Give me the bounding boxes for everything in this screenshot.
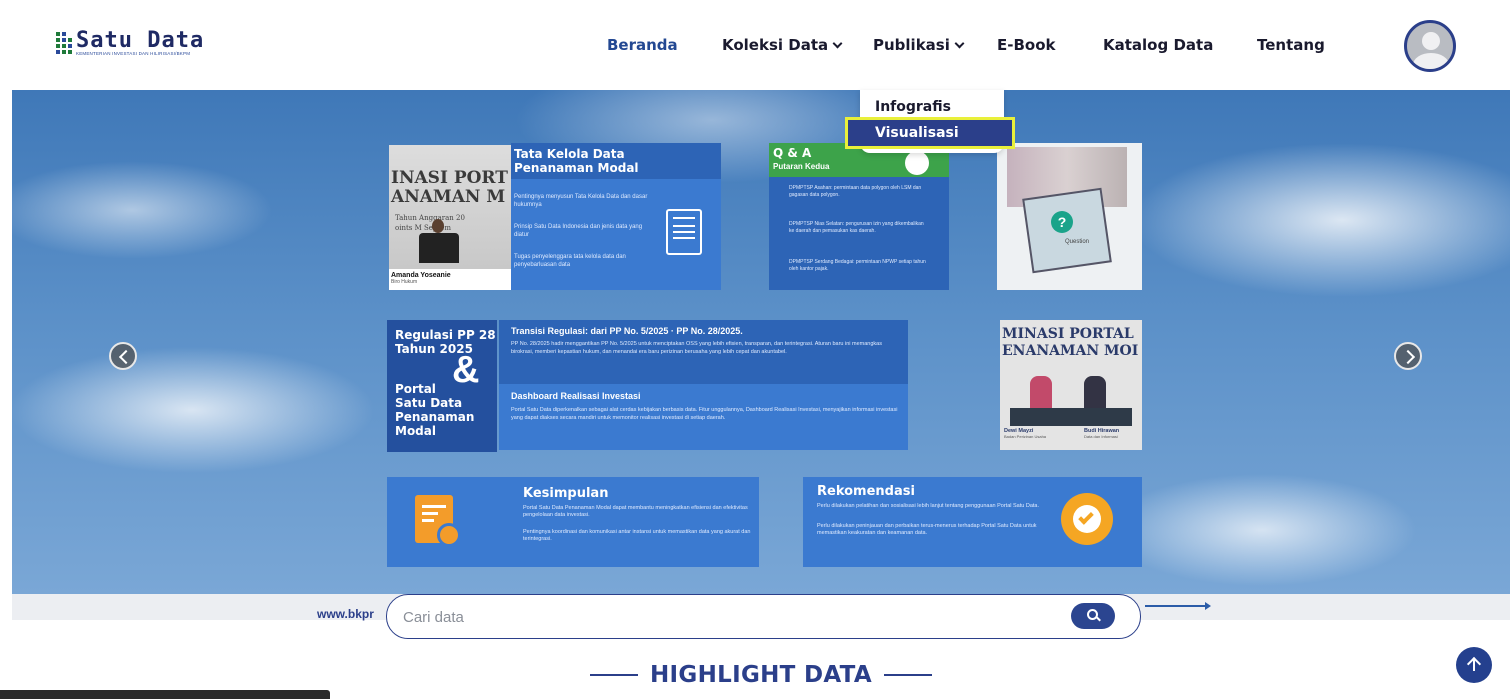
tata-kelola-point-2: Prinsip Satu Data Indonesia dan jenis da… [514,224,643,238]
transisi-text: PP No. 28/2025 hadir menggantikan PP No.… [511,341,882,355]
chevron-down-icon [832,38,843,49]
tata-kelola-point-1: Pentingnya menyusun Tata Kelola Data dan… [514,194,648,208]
logo-title: Satu Data [76,27,205,53]
regulasi-ampersand: & [452,349,480,391]
slide-photo-speaker: INASI PORT ANAMAN M Tahun Anggaran 20 oi… [389,145,511,290]
highlight-title: HIGHLIGHT DATA [650,662,872,688]
photo3-banner-line1: MINASI PORTAL [1002,326,1134,342]
chevron-down-icon [954,38,965,49]
dropdown-item-infografis[interactable]: Infografis [875,99,951,115]
nav-katalog-data[interactable]: Katalog Data [1103,36,1213,54]
nav-koleksi-data[interactable]: Koleksi Data [722,36,843,54]
qa-title: Q & A [773,146,812,160]
regulasi-line6: Modal [395,424,436,438]
slide-panel-regulasi: Regulasi PP 28 Tahun 2025 & Portal Satu … [387,320,497,452]
photo1-caption-role: Biro Hukum [391,279,418,285]
site-logo[interactable]: Satu Data KEMENTERIAN INVESTASI DAN HILI… [52,27,205,56]
highlight-heading: HIGHLIGHT DATA [590,662,932,688]
dashboard-text: Portal Satu Data diperkenalkan sebagai a… [511,407,898,421]
photo3-banner-line2: ENANAMAN MOI [1002,343,1139,359]
nav-publikasi-label: Publikasi [873,36,950,54]
slide-panel-transisi: Transisi Regulasi: dari PP No. 5/2025 · … [499,320,908,450]
transisi-title: Transisi Regulasi: dari PP No. 5/2025 · … [511,326,743,336]
photo1-banner-line1: INASI PORT [391,168,508,188]
qa-point-2: DPMPTSP Nias Selatan: pengurusan izin ya… [789,221,924,234]
browser-status-bar [0,690,330,699]
rekomendasi-text-2: Perlu dilakukan peninjauan dan perbaikan… [817,523,1037,536]
qa-point-3: DPMPTSP Serdang Bedagai: permintaan NPWP… [789,259,926,272]
photo1-banner-line2: ANAMAN M [391,187,506,207]
photo3-left-role: Badan Perizinan Usaha [1004,434,1047,439]
strip-url: www.bkpr [317,607,374,621]
tata-kelola-title: Tata Kelola Data Penanaman Modal [514,147,639,175]
slide-panel-qa: Q & A Putaran Kedua DPMPTSP Asahan: perm… [769,143,949,290]
photo1-banner-line4: oints M Septem [395,224,451,232]
site-header: Satu Data KEMENTERIAN INVESTASI DAN HILI… [0,0,1510,90]
kesimpulan-title: Kesimpulan [523,486,609,501]
logo-subtitle: KEMENTERIAN INVESTASI DAN HILIRISASI/BKP… [76,50,191,56]
dropdown-item-visualisasi[interactable]: Visualisasi [845,117,1015,149]
dashboard-title: Dashboard Realisasi Investasi [511,391,641,401]
slide-panel-tata-kelola: Tata Kelola Data Penanaman Modal Penting… [511,143,721,290]
regulasi-line1: Regulasi PP 28 [395,328,496,342]
nav-koleksi-data-label: Koleksi Data [722,36,829,54]
divider-right [883,674,932,676]
regulasi-line4: Satu Data [395,396,463,410]
search-input[interactable] [403,607,1043,627]
rekomendasi-title: Rekomendasi [817,484,915,499]
nav-beranda[interactable]: Beranda [607,36,678,54]
slide-panel-kesimpulan: Kesimpulan Portal Satu Data Penanaman Mo… [387,477,759,567]
photo1-banner-line3: Tahun Anggaran 20 [395,214,465,222]
publikasi-dropdown: Infografis Visualisasi [845,90,1015,153]
kesimpulan-text-2: Pentingnya koordinasi dan komunikasi ant… [523,529,751,542]
hero-carousel: INASI PORT ANAMAN M Tahun Anggaran 20 oi… [12,90,1510,594]
carousel-prev-icon[interactable] [109,342,137,370]
nav-tentang[interactable]: Tentang [1257,36,1325,54]
tata-kelola-body: Pentingnya menyusun Tata Kelola Data dan… [511,179,721,290]
rekomendasi-text-1: Perlu dilakukan pelatihan dan sosialisas… [817,503,1039,509]
scroll-to-top-icon[interactable] [1456,647,1492,683]
carousel-next-icon[interactable] [1394,342,1422,370]
divider-left [590,674,638,676]
document-check-icon [415,495,461,547]
nav-publikasi[interactable]: Publikasi [873,36,965,54]
kesimpulan-text-1: Portal Satu Data Penanaman Modal dapat m… [523,505,748,518]
regulasi-line5: Penanaman [395,410,475,424]
slide-photo-panel: MINASI PORTAL ENANAMAN MOI Dewi Mayzi Ba… [1000,320,1142,450]
nav-e-book[interactable]: E-Book [997,36,1056,54]
badge-check-icon [1061,493,1113,545]
photo3-right-role: Data dan Informasi [1084,434,1118,439]
person-question-icon [905,151,929,175]
document-stack-icon [666,209,702,255]
question-mark-icon: ? [1051,211,1073,233]
dashboard-body: Dashboard Realisasi Investasi Portal Sat… [499,384,908,450]
search-button[interactable] [1071,603,1115,629]
qa-point-1: DPMPTSP Asahan: permintaan data polygon … [789,185,922,198]
qa-subtitle: Putaran Kedua [773,162,830,171]
logo-grid-icon [52,30,72,56]
tata-kelola-point-3: Tugas penyelenggara tata kelola data dan… [514,254,626,268]
user-avatar-icon[interactable] [1404,20,1456,72]
photo1-caption-name: Amanda Yoseanie [391,272,451,279]
slide-photo-question: ? Question [997,143,1142,290]
arrow-right-icon [1145,602,1211,610]
search-bar [386,594,1141,639]
regulasi-line3: Portal [395,382,436,396]
photo2-card-text: Question [1065,239,1090,245]
slide-panel-rekomendasi: Rekomendasi Perlu dilakukan pelatihan da… [803,477,1142,567]
